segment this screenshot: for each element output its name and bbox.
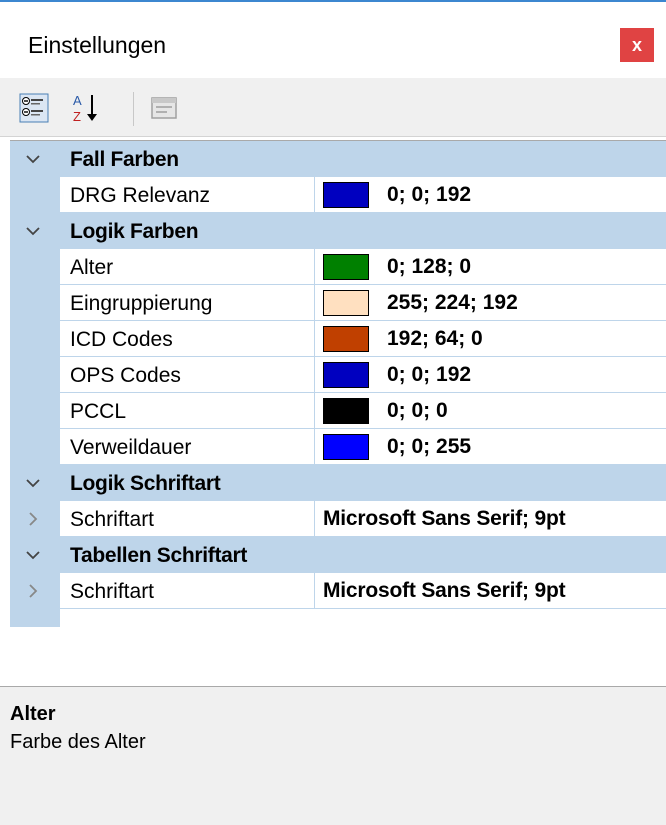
property-row-alter[interactable]: Alter 0; 128; 0 (60, 249, 666, 285)
close-button[interactable]: x (620, 28, 654, 62)
property-name-cell[interactable]: Schriftart (60, 501, 315, 537)
property-value: 0; 0; 255 (387, 435, 472, 458)
svg-text:Z: Z (73, 109, 81, 124)
property-name: Verweildauer (70, 436, 192, 459)
property-name-cell[interactable]: DRG Relevanz (60, 177, 315, 213)
property-name: ICD Codes (70, 328, 173, 351)
toolbar-separator (133, 92, 134, 126)
property-row-logik-schriftart[interactable]: Schriftart Microsoft Sans Serif; 9pt (60, 501, 666, 537)
chevron-right-icon[interactable] (26, 510, 40, 528)
property-value: 0; 0; 192 (387, 183, 472, 206)
description-panel: Alter Farbe des Alter (0, 686, 666, 825)
property-name: PCCL (70, 400, 127, 423)
description-title: Alter (10, 703, 56, 725)
property-row-pccl[interactable]: PCCL 0; 0; 0 (60, 393, 666, 429)
property-value: 0; 0; 0 (387, 399, 448, 422)
category-label: Tabellen Schriftart (70, 544, 248, 567)
categorized-view-icon (19, 93, 49, 123)
category-logik-farben[interactable]: Logik Farben (10, 213, 666, 249)
property-value: 0; 0; 192 (387, 363, 472, 386)
property-name-cell[interactable]: OPS Codes (60, 357, 315, 393)
property-row-drg-relevanz[interactable]: DRG Relevanz 0; 0; 192 (60, 177, 666, 213)
property-row-eingruppierung[interactable]: Eingruppierung 255; 224; 192 (60, 285, 666, 321)
svg-text:A: A (73, 93, 82, 108)
property-value-cell[interactable]: 0; 0; 192 (315, 357, 666, 393)
property-value-cell[interactable]: 192; 64; 0 (315, 321, 666, 357)
property-name-cell[interactable]: Eingruppierung (60, 285, 315, 321)
property-value-cell[interactable]: Microsoft Sans Serif; 9pt (315, 573, 666, 609)
property-value-cell[interactable]: 0; 0; 255 (315, 429, 666, 465)
property-pages-icon (151, 97, 177, 119)
chevron-down-icon[interactable] (24, 222, 42, 240)
property-name: Alter (70, 256, 114, 279)
property-grid-toolbar: A Z (0, 78, 666, 137)
property-value: 255; 224; 192 (387, 291, 518, 314)
color-swatch (323, 398, 369, 424)
property-name-cell[interactable]: Verweildauer (60, 429, 315, 465)
category-logik-schriftart[interactable]: Logik Schriftart (10, 465, 666, 501)
property-value-cell[interactable]: 0; 0; 0 (315, 393, 666, 429)
category-fall-farben[interactable]: Fall Farben (10, 141, 666, 177)
color-swatch (323, 326, 369, 352)
chevron-down-icon[interactable] (24, 546, 42, 564)
color-swatch (323, 362, 369, 388)
property-value-cell[interactable]: Microsoft Sans Serif; 9pt (315, 501, 666, 537)
color-swatch (323, 182, 369, 208)
property-row-verweildauer[interactable]: Verweildauer 0; 0; 255 (60, 429, 666, 465)
property-name-cell[interactable]: ICD Codes (60, 321, 315, 357)
color-swatch (323, 434, 369, 460)
property-pages-button[interactable] (144, 88, 184, 128)
property-row-ops-codes[interactable]: OPS Codes 0; 0; 192 (60, 357, 666, 393)
property-name: Eingruppierung (70, 292, 213, 315)
categorized-view-button[interactable] (14, 88, 54, 128)
property-value-cell[interactable]: 255; 224; 192 (315, 285, 666, 321)
chevron-down-icon[interactable] (24, 150, 42, 168)
category-tabellen-schriftart[interactable]: Tabellen Schriftart (10, 537, 666, 573)
property-value: 192; 64; 0 (387, 327, 483, 350)
property-name: OPS Codes (70, 364, 181, 387)
color-swatch (323, 254, 369, 280)
category-label: Logik Farben (70, 220, 199, 243)
chevron-right-icon[interactable] (26, 582, 40, 600)
property-name-cell[interactable]: Schriftart (60, 573, 315, 609)
property-value-cell[interactable]: 0; 128; 0 (315, 249, 666, 285)
property-name: DRG Relevanz (70, 184, 211, 207)
category-label: Fall Farben (70, 148, 179, 171)
description-text: Farbe des Alter (10, 731, 146, 753)
alphabetical-sort-button[interactable]: A Z (66, 88, 106, 128)
property-name-cell[interactable]: Alter (60, 249, 315, 285)
property-row-icd-codes[interactable]: ICD Codes 192; 64; 0 (60, 321, 666, 357)
property-name-cell[interactable]: PCCL (60, 393, 315, 429)
title-bar: Einstellungen x (0, 2, 666, 78)
property-value: Microsoft Sans Serif; 9pt (323, 507, 566, 530)
property-value: Microsoft Sans Serif; 9pt (323, 579, 566, 602)
property-name: Schriftart (70, 580, 155, 603)
alphabetical-sort-icon: A Z (73, 93, 97, 124)
property-value-cell[interactable]: 0; 0; 192 (315, 177, 666, 213)
close-icon: x (631, 34, 642, 55)
category-label: Logik Schriftart (70, 472, 221, 495)
property-name: Schriftart (70, 508, 155, 531)
color-swatch (323, 290, 369, 316)
window-title: Einstellungen (28, 32, 167, 58)
property-grid: Fall Farben DRG Relevanz 0; 0; 192 Logik… (10, 140, 666, 651)
chevron-down-icon[interactable] (24, 474, 42, 492)
property-value: 0; 128; 0 (387, 255, 472, 278)
property-row-tabellen-schriftart[interactable]: Schriftart Microsoft Sans Serif; 9pt (60, 573, 666, 609)
